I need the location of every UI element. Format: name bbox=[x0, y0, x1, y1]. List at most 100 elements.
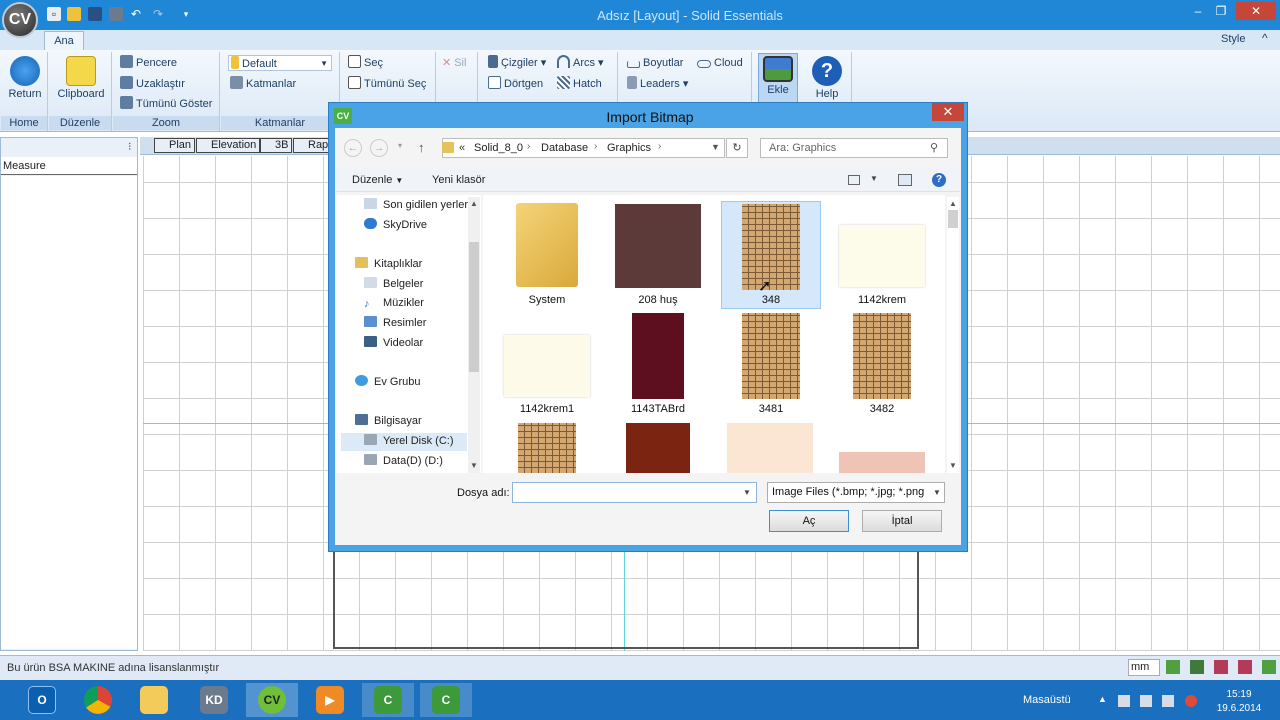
forward-icon[interactable]: → bbox=[370, 139, 388, 157]
nav-item-libraries[interactable]: Kitaplıklar bbox=[355, 256, 422, 274]
snap-polar-icon[interactable] bbox=[1238, 660, 1252, 674]
open-folder-icon[interactable] bbox=[67, 7, 81, 21]
tray-clock[interactable]: 15:19 19.6.2014 bbox=[1214, 688, 1264, 716]
panel-pin-icon[interactable]: ⁝ bbox=[128, 140, 132, 153]
open-button[interactable]: Aç bbox=[769, 510, 849, 532]
hatch-button[interactable]: Hatch bbox=[557, 76, 602, 92]
maximize-button[interactable]: ❐ bbox=[1210, 2, 1232, 20]
tumunu-sec-button[interactable]: Tümünü Seç bbox=[348, 76, 426, 92]
cancel-button[interactable]: İptal bbox=[862, 510, 942, 532]
print-icon[interactable] bbox=[109, 7, 123, 21]
undo-icon[interactable]: ↶ bbox=[129, 7, 143, 21]
scroll-down-icon[interactable]: ▼ bbox=[949, 461, 957, 470]
save-icon[interactable] bbox=[88, 7, 102, 21]
dortgen-button[interactable]: Dörtgen bbox=[488, 76, 543, 92]
tab-ana[interactable]: Ana bbox=[44, 31, 84, 51]
breadcrumb-graphics[interactable]: Graphics bbox=[607, 142, 651, 154]
texture-thumbnail-partial[interactable] bbox=[839, 452, 925, 473]
minimize-button[interactable]: – bbox=[1188, 2, 1208, 20]
cloud-button[interactable]: Cloud bbox=[697, 55, 743, 71]
file-item-3481[interactable]: 3481 bbox=[721, 311, 821, 419]
clipboard-button[interactable]: Clipboard bbox=[52, 56, 110, 100]
redo-icon[interactable]: ↷ bbox=[151, 7, 165, 21]
dialog-close-button[interactable]: ✕ bbox=[932, 103, 964, 121]
taskbar-chrome[interactable] bbox=[72, 683, 124, 717]
boyutlar-button[interactable]: Boyutlar bbox=[627, 55, 683, 71]
tab-rapor[interactable]: Rap bbox=[293, 138, 329, 153]
view-options-icon[interactable] bbox=[848, 175, 860, 185]
nav-item-skydrive[interactable]: SkyDrive bbox=[364, 217, 427, 235]
nav-item-drive-c[interactable]: Yerel Disk (C:) bbox=[341, 433, 467, 451]
tumunu-goster-button[interactable]: Tümünü Göster bbox=[120, 96, 212, 112]
unit-selector[interactable]: mm ▼ bbox=[1128, 659, 1160, 687]
nav-item-documents[interactable]: Belgeler bbox=[364, 276, 423, 294]
breadcrumb-overflow[interactable]: « bbox=[459, 142, 465, 154]
nav-item-drive-d[interactable]: Data(D) (D:) bbox=[364, 453, 443, 471]
taskbar-outlook[interactable]: O bbox=[16, 683, 68, 717]
tab-3b[interactable]: 3B bbox=[260, 138, 293, 153]
view-dropdown-icon[interactable]: ▼ bbox=[870, 174, 878, 183]
scroll-down-icon[interactable]: ▼ bbox=[470, 461, 478, 470]
file-type-dropdown-icon[interactable]: ▼ bbox=[933, 488, 941, 497]
layer-dropdown[interactable]: Default ▼ bbox=[228, 55, 332, 71]
file-item-1143tabrd[interactable]: 1143TABrd bbox=[608, 311, 708, 419]
file-item-system[interactable]: System bbox=[497, 201, 597, 309]
pencere-button[interactable]: Pencere bbox=[120, 55, 177, 71]
file-name-dropdown-icon[interactable]: ▼ bbox=[743, 488, 751, 497]
file-item-3482[interactable]: 3482 bbox=[832, 311, 932, 419]
close-window-button[interactable]: ✕ bbox=[1236, 2, 1276, 20]
nav-item-computer[interactable]: Bilgisayar bbox=[355, 413, 422, 431]
taskbar-explorer[interactable] bbox=[128, 683, 180, 717]
new-file-icon[interactable]: ▫ bbox=[47, 7, 61, 21]
preview-pane-icon[interactable] bbox=[898, 174, 912, 186]
nav-scrollbar-thumb[interactable] bbox=[469, 242, 479, 372]
recent-locations-icon[interactable]: ▾ bbox=[398, 141, 402, 150]
file-item-208-hus[interactable]: 208 huş bbox=[608, 201, 708, 309]
organize-menu[interactable]: Düzenle ▼ bbox=[352, 174, 403, 186]
tray-flag-icon[interactable] bbox=[1118, 695, 1130, 707]
taskbar-solid[interactable]: CV bbox=[246, 683, 298, 717]
nav-item-music[interactable]: ♪ Müzikler bbox=[364, 295, 424, 313]
texture-thumbnail-partial[interactable] bbox=[626, 423, 690, 473]
address-dropdown-icon[interactable]: ▼ bbox=[711, 142, 720, 152]
taskbar-camtasia-2[interactable]: C bbox=[420, 683, 472, 717]
new-folder-button[interactable]: Yeni klasör bbox=[432, 174, 485, 186]
breadcrumb-solid[interactable]: Solid_8_0 bbox=[474, 142, 523, 154]
scroll-up-icon[interactable]: ▲ bbox=[949, 199, 957, 208]
search-input[interactable]: Ara: Graphics bbox=[760, 138, 948, 158]
sil-button[interactable]: ✕ Sil bbox=[442, 55, 466, 71]
arcs-button[interactable]: Arcs ▾ bbox=[557, 55, 604, 71]
return-button[interactable]: Return bbox=[4, 56, 46, 100]
file-type-select[interactable]: Image Files (*.bmp; *.jpg; *.png bbox=[767, 482, 945, 503]
file-item-1142krem1[interactable]: 1142krem1 bbox=[497, 311, 597, 419]
nav-item-videos[interactable]: Videolar bbox=[364, 335, 423, 353]
file-list-scrollbar-thumb[interactable] bbox=[948, 210, 958, 228]
taskbar-media[interactable]: ▶ bbox=[304, 683, 356, 717]
texture-thumbnail-partial[interactable] bbox=[518, 423, 576, 473]
scroll-up-icon[interactable]: ▲ bbox=[470, 199, 478, 208]
nav-item-recent[interactable]: Son gidilen yerler bbox=[364, 197, 468, 215]
ribbon-collapse-icon[interactable]: ^ bbox=[1262, 31, 1268, 45]
style-menu[interactable]: Style bbox=[1221, 33, 1245, 45]
tray-power-icon[interactable] bbox=[1162, 695, 1174, 707]
snap-object-icon[interactable] bbox=[1190, 660, 1204, 674]
nav-item-homegroup[interactable]: Ev Grubu bbox=[355, 374, 420, 392]
snap-ortho-icon[interactable] bbox=[1214, 660, 1228, 674]
file-list-scrollbar[interactable] bbox=[947, 197, 959, 473]
snap-grid-icon[interactable] bbox=[1166, 660, 1180, 674]
file-name-input[interactable] bbox=[512, 482, 757, 503]
sec-button[interactable]: Seç bbox=[348, 55, 383, 71]
taskbar-kd[interactable]: KD bbox=[188, 683, 240, 717]
katmanlar-button[interactable]: Katmanlar bbox=[230, 76, 296, 92]
texture-thumbnail-partial[interactable] bbox=[727, 423, 813, 473]
file-item-1142krem[interactable]: 1142krem bbox=[832, 201, 932, 309]
breadcrumb-database[interactable]: Database bbox=[541, 142, 588, 154]
taskbar-camtasia-1[interactable]: C bbox=[362, 683, 414, 717]
tab-plan[interactable]: Plan bbox=[154, 138, 196, 153]
leaders-button[interactable]: Leaders ▾ bbox=[627, 76, 688, 92]
up-icon[interactable]: ↑ bbox=[418, 140, 425, 155]
app-logo[interactable]: CV bbox=[2, 2, 38, 38]
back-icon[interactable]: ← bbox=[344, 139, 362, 157]
tray-expand-icon[interactable]: ▲ bbox=[1098, 694, 1107, 704]
tray-network-icon[interactable] bbox=[1140, 695, 1152, 707]
